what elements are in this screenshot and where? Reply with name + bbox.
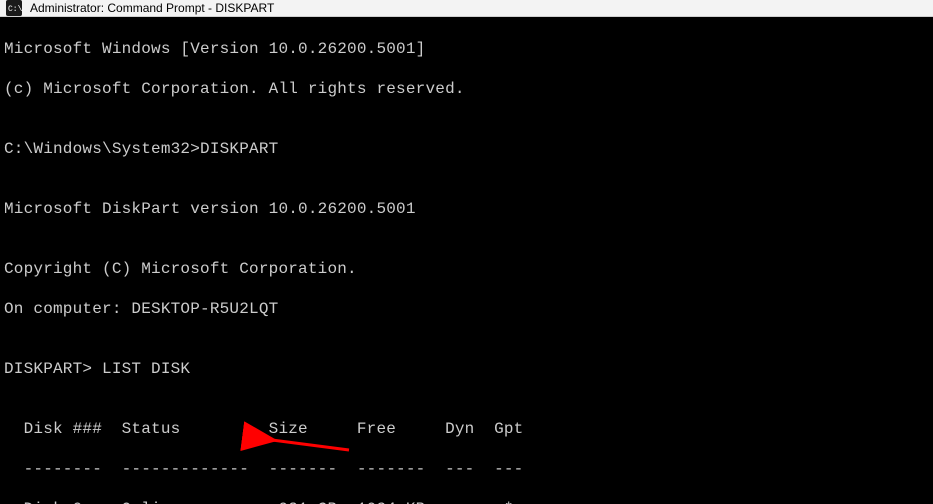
terminal-line: DISKPART> LIST DISK xyxy=(4,359,929,379)
command-prompt-window: C:\ Administrator: Command Prompt - DISK… xyxy=(0,0,933,504)
terminal-line: C:\Windows\System32>DISKPART xyxy=(4,139,929,159)
svg-text:C:\: C:\ xyxy=(8,5,22,14)
terminal-line: Copyright (C) Microsoft Corporation. xyxy=(4,259,929,279)
titlebar[interactable]: C:\ Administrator: Command Prompt - DISK… xyxy=(0,0,933,17)
terminal-line: (c) Microsoft Corporation. All rights re… xyxy=(4,79,929,99)
window-title: Administrator: Command Prompt - DISKPART xyxy=(30,1,274,15)
terminal-line: Disk 0 Online 931 GB 1024 KB * xyxy=(4,499,929,504)
terminal-line: Microsoft Windows [Version 10.0.26200.50… xyxy=(4,39,929,59)
cmd-icon: C:\ xyxy=(6,0,22,16)
terminal-line: On computer: DESKTOP-R5U2LQT xyxy=(4,299,929,319)
terminal-output[interactable]: Microsoft Windows [Version 10.0.26200.50… xyxy=(0,17,933,504)
terminal-line: Microsoft DiskPart version 10.0.26200.50… xyxy=(4,199,929,219)
terminal-line: Disk ### Status Size Free Dyn Gpt xyxy=(4,419,929,439)
terminal-line: -------- ------------- ------- ------- -… xyxy=(4,459,929,479)
